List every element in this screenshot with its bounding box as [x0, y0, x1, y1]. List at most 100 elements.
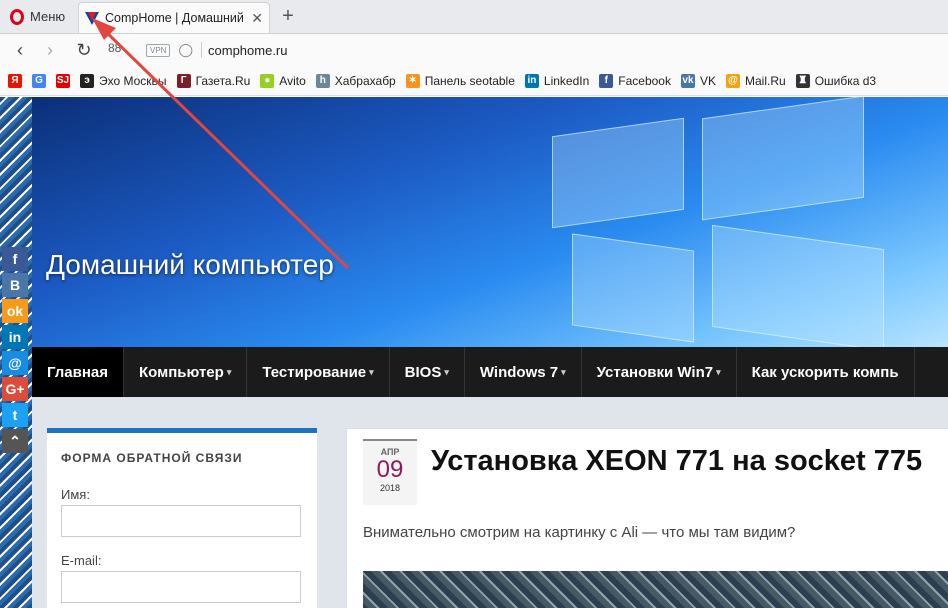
url-text: comphome.ru	[208, 42, 288, 58]
nav-item-label: Главная	[47, 363, 109, 381]
mailru-icon: @	[726, 73, 740, 88]
url-field[interactable]: VPN ◯ comphome.ru	[138, 37, 948, 63]
bookmark-mailru[interactable]: @ Mail.Ru	[726, 73, 786, 88]
site-title[interactable]: Домашний компьютер	[46, 249, 334, 281]
social-share-bar: f Bok in @ G+ t ⌃	[2, 247, 28, 453]
bookmark-yandex[interactable]: Я	[8, 73, 22, 88]
bookmark-seotable[interactable]: ✶ Панель seotable	[405, 73, 515, 88]
nav-item-label: Windows 7	[479, 363, 559, 381]
avito-icon: ●	[260, 73, 275, 88]
web-page: f Bok in @ G+ t ⌃ Домашний компьютер Главная Ко…	[0, 97, 948, 608]
nav-item[interactable]: Как ускорить компь	[737, 347, 915, 397]
name-label: Имя:	[61, 487, 90, 502]
bookmark-label: Газета.Ru	[195, 73, 251, 88]
gazeta-icon: Г	[176, 73, 191, 88]
odnoklassniki-share-icon[interactable]: ok	[2, 299, 28, 323]
tab-bar: Меню CompHome | Домашний к ✕ +	[0, 0, 948, 34]
bookmark-facebook[interactable]: f Facebook	[599, 73, 671, 88]
url-divider	[201, 42, 203, 58]
vpn-badge[interactable]: VPN	[146, 43, 171, 57]
seotable-icon: ✶	[405, 73, 420, 88]
bookmark-avito[interactable]: ● Avito	[260, 73, 306, 88]
speed-dial-button[interactable]: 88	[108, 41, 121, 55]
nav-item[interactable]: Windows 7 ▾	[465, 347, 582, 397]
vk-icon: vk	[680, 73, 695, 88]
nav-item-label: Как ускорить компь	[751, 363, 899, 381]
scroll-top-icon[interactable]: ⌃	[2, 429, 28, 453]
post-image[interactable]	[363, 571, 948, 608]
window-pane	[712, 224, 884, 347]
bookmark-label: Ошибка d3	[814, 73, 877, 88]
facebook-share-icon[interactable]: f	[2, 247, 28, 271]
nav-item[interactable]: BIOS ▾	[390, 347, 465, 397]
tab-close-icon[interactable]: ✕	[251, 10, 263, 27]
bookmark-label: Avito	[279, 73, 306, 88]
bookmark-vk[interactable]: vk VK	[680, 73, 716, 88]
bookmark-label: Панель seotable	[424, 73, 515, 88]
bookmarks-bar: Я G SJ э Эхо Москвы Г Газета.Ru ● Avito h Хабрахаб…	[0, 66, 948, 96]
nav-item-label: Тестирование	[262, 363, 367, 381]
bookmark-echo[interactable]: э Эхо Москвы	[80, 73, 167, 88]
back-button[interactable]: ‹	[8, 38, 32, 62]
sj-icon: SJ	[56, 73, 70, 88]
twitter-share-icon[interactable]: t	[2, 403, 28, 427]
nav-item[interactable]: Установки Win7 ▾	[582, 347, 737, 397]
widget-title: ФОРМА ОБРАТНОЙ СВЯЗИ	[61, 451, 243, 465]
reload-button[interactable]: ↻	[72, 38, 96, 62]
window-pane	[552, 117, 684, 229]
address-bar: ‹ › ↻ 88 VPN ◯ comphome.ru	[0, 34, 948, 66]
bookmark-sj[interactable]: SJ	[56, 73, 70, 88]
mailru-share-icon[interactable]: @	[2, 351, 28, 375]
chevron-down-icon: ▾	[716, 366, 721, 377]
nav-item-label: BIOS	[404, 363, 442, 381]
post-year: 2018	[379, 483, 401, 493]
bookmark-google[interactable]: G	[32, 73, 46, 88]
email-input[interactable]	[61, 571, 301, 603]
nav-item[interactable]: Компьютер ▾	[124, 347, 248, 397]
bookmark-linkedin[interactable]: in LinkedIn	[524, 73, 590, 88]
post-date-badge: АПР 09 2018	[363, 439, 417, 505]
bookmark-label: Mail.Ru	[745, 73, 786, 88]
bookmark-label: Facebook	[618, 73, 671, 88]
tab-comphome[interactable]: CompHome | Домашний к ✕	[78, 2, 270, 33]
facebook-icon: f	[599, 73, 614, 88]
nav-item-label: Установки Win7	[596, 363, 714, 381]
post-day: 09	[376, 456, 404, 483]
chevron-down-icon: ▾	[561, 366, 566, 377]
google-icon: G	[32, 73, 46, 88]
header-banner: Домашний компьютер	[32, 97, 948, 347]
forward-button[interactable]: ›	[38, 38, 62, 62]
googleplus-share-icon[interactable]: G+	[2, 377, 28, 401]
post-title[interactable]: Установка XEON 771 на socket 775	[431, 445, 922, 478]
globe-icon: ◯	[178, 42, 194, 57]
bookmark-label: Эхо Москвы	[99, 73, 167, 88]
vk-share-icon[interactable]: B	[2, 273, 28, 297]
bookmark-tanks[interactable]: ♜ Ошибка d3	[795, 73, 877, 88]
chevron-down-icon: ▾	[369, 366, 374, 377]
linkedin-share-icon[interactable]: in	[2, 325, 28, 349]
habr-icon: h	[315, 73, 330, 88]
chevron-down-icon: ▾	[226, 366, 232, 377]
bookmark-habr[interactable]: h Хабрахабр	[315, 73, 396, 88]
nav-item[interactable]: Тестирование ▾	[247, 347, 390, 397]
comphome-favicon-icon	[85, 12, 99, 25]
nav-item[interactable]: Главная	[32, 347, 125, 397]
echo-icon: э	[80, 73, 94, 88]
new-tab-button[interactable]: +	[276, 4, 300, 28]
linkedin-icon: in	[524, 73, 539, 88]
tanks-icon: ♜	[795, 73, 810, 88]
menu-label: Меню	[30, 9, 66, 24]
bookmark-label: LinkedIn	[543, 73, 590, 88]
bookmark-label: VK	[699, 73, 716, 88]
tab-title: CompHome | Домашний к	[105, 11, 248, 25]
chevron-down-icon: ▾	[444, 366, 449, 377]
bookmark-label: Хабрахабр	[334, 73, 396, 88]
window-pane	[702, 97, 864, 221]
bookmark-gazeta[interactable]: Г Газета.Ru	[176, 73, 251, 88]
feedback-widget: ФОРМА ОБРАТНОЙ СВЯЗИ Имя: E-mail:	[47, 428, 317, 608]
main-navigation: Главная Компьютер ▾ Тестирование ▾ BIOS ▾ Windo…	[32, 347, 948, 397]
opera-logo-icon	[10, 8, 24, 25]
nav-item-label: Компьютер	[139, 363, 224, 381]
opera-menu-button[interactable]: Меню	[0, 0, 78, 33]
name-input[interactable]	[61, 505, 301, 537]
